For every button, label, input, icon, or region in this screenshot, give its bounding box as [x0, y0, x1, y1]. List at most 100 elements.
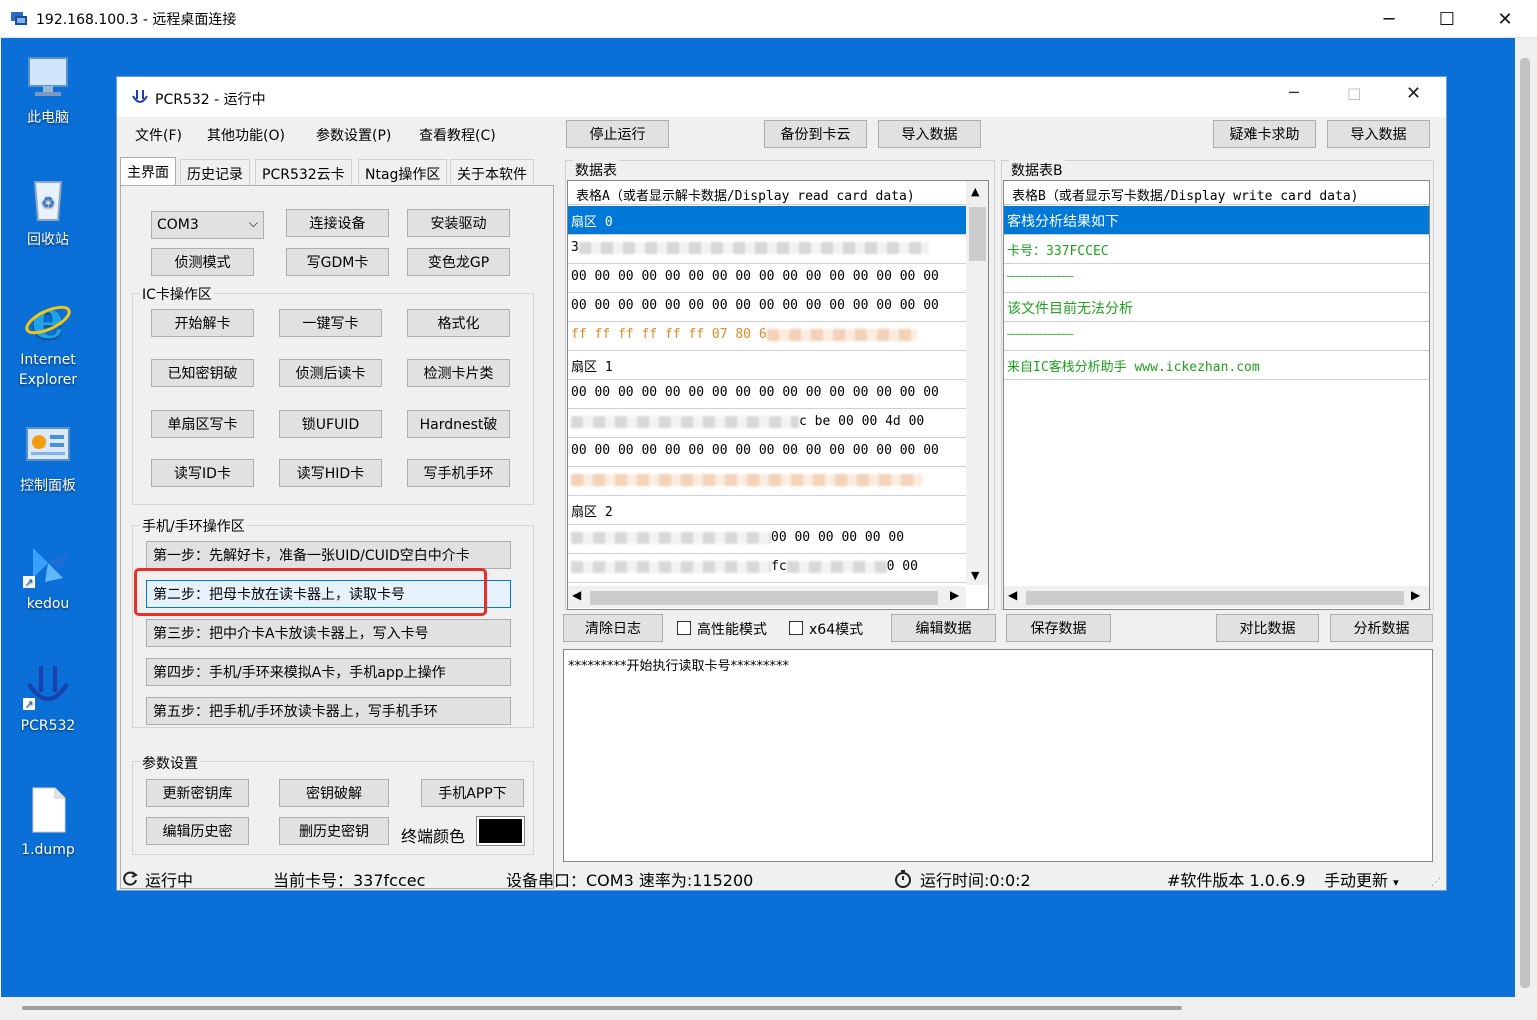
log-textarea[interactable]: *********开始执行读取卡号*********: [563, 649, 1433, 862]
minimize-icon[interactable]: ─: [1366, 0, 1412, 38]
analyze-data-button[interactable]: 分析数据: [1330, 614, 1433, 642]
app-maximize-icon[interactable]: ☐: [1347, 85, 1371, 104]
table-row[interactable]: 卡号：337FCCEC: [1004, 235, 1429, 264]
table-b-hscroll-thumb[interactable]: [1026, 591, 1404, 605]
maximize-icon[interactable]: ☐: [1424, 0, 1470, 38]
stop-running-button[interactable]: 停止运行: [566, 120, 669, 148]
read-write-hid-button[interactable]: 读写HID卡: [279, 459, 382, 487]
table-a-list[interactable]: 表格A（或者显示解卡数据/Display read card data) 扇区 …: [567, 180, 989, 610]
table-row[interactable]: 00 00 00 00 00 00 00 00 00 00 00 00 00 0…: [568, 293, 966, 322]
scroll-up-icon[interactable]: ▲: [971, 185, 979, 198]
table-row[interactable]: 00 00 00 00 00 00: [568, 525, 966, 554]
desktop-icon-dump-file[interactable]: 1.dump: [3, 784, 93, 860]
high-performance-checkbox[interactable]: [677, 621, 691, 635]
desktop-icon-pcr532[interactable]: ↗ PCR532: [3, 660, 93, 736]
table-row[interactable]: 3: [568, 235, 966, 264]
tab-ntag[interactable]: Ntag操作区: [358, 159, 448, 185]
rdp-horizontal-scroll-thumb[interactable]: [22, 1006, 1182, 1010]
chameleon-gp-button[interactable]: 变色龙GP: [407, 248, 510, 276]
scroll-down-icon[interactable]: ▼: [971, 569, 979, 582]
desktop-icon-internet-explorer[interactable]: e Internet Explorer: [3, 290, 93, 390]
connect-device-button[interactable]: 连接设备: [286, 209, 389, 237]
key-crack-button[interactable]: 密钥破解: [279, 779, 389, 807]
scroll-right-icon[interactable]: ▶: [1411, 588, 1420, 602]
compare-data-button[interactable]: 对比数据: [1216, 614, 1319, 642]
table-row[interactable]: ——————————————: [1004, 264, 1429, 293]
desktop-icon-recycle-bin[interactable]: ♻ 回收站: [3, 174, 93, 250]
step-1-button[interactable]: 第一步：先解好卡，准备一张UID/CUID空白中介卡: [146, 541, 511, 569]
menu-other-functions[interactable]: 其他功能(O): [207, 125, 285, 145]
install-driver-button[interactable]: 安装驱动: [407, 209, 510, 237]
detect-card-type-button[interactable]: 检测卡片类: [407, 359, 510, 387]
start-decrypt-button[interactable]: 开始解卡: [151, 309, 254, 337]
com-port-select[interactable]: COM3 ⌵: [151, 211, 264, 239]
table-row[interactable]: [568, 467, 966, 496]
hardnest-crack-button[interactable]: Hardnest破: [407, 410, 510, 438]
manual-update-button[interactable]: 手动更新 ▾: [1324, 867, 1399, 891]
svg-text:↗: ↗: [24, 698, 33, 710]
one-key-write-button[interactable]: 一键写卡: [279, 309, 382, 337]
table-row[interactable]: 来自IC客栈分析助手 www.ickezhan.com: [1004, 351, 1429, 380]
tab-cloud-card[interactable]: PCR532云卡: [255, 159, 352, 185]
menu-parameter-settings[interactable]: 参数设置(P): [316, 125, 391, 145]
close-icon[interactable]: ✕: [1482, 0, 1528, 38]
save-data-button[interactable]: 保存数据: [1006, 614, 1111, 642]
read-write-id-button[interactable]: 读写ID卡: [151, 459, 254, 487]
menu-view-tutorial[interactable]: 查看教程(C): [419, 125, 496, 145]
backup-to-cloud-button[interactable]: 备份到卡云: [764, 120, 867, 148]
table-row[interactable]: 00 00 00 00 00 00 00 00 00 00 00 00 00 0…: [568, 380, 966, 409]
app-window-title: PCR532 - 运行中: [155, 92, 266, 108]
import-data-button[interactable]: 导入数据: [878, 120, 981, 148]
app-minimize-icon[interactable]: ─: [1289, 83, 1313, 102]
table-row[interactable]: 该文件目前无法分析: [1004, 293, 1429, 322]
table-row[interactable]: 00 00 00 00 00 00 00 00 00 00 00 00 00 0…: [568, 264, 966, 293]
delete-history-keys-button[interactable]: 删历史密钥: [279, 817, 389, 845]
table-row[interactable]: 扇区 1: [568, 351, 966, 380]
single-sector-write-button[interactable]: 单扇区写卡: [151, 410, 254, 438]
table-row[interactable]: fc 0 00: [568, 554, 966, 583]
table-row[interactable]: 客栈分析结果如下: [1004, 206, 1429, 235]
phone-app-download-button[interactable]: 手机APP下: [421, 779, 524, 807]
tab-about[interactable]: 关于本软件: [450, 159, 534, 185]
table-row[interactable]: 00 00 00 00 00 00 00 00 00 00 00 00 00 0…: [568, 438, 966, 467]
write-gdm-card-button[interactable]: 写GDM卡: [286, 248, 389, 276]
app-close-icon[interactable]: ✕: [1406, 83, 1430, 104]
update-key-library-button[interactable]: 更新密钥库: [146, 779, 249, 807]
terminal-color-swatch[interactable]: [476, 816, 525, 846]
desktop-icon-this-pc[interactable]: 此电脑: [3, 52, 93, 128]
scroll-right-icon[interactable]: ▶: [950, 588, 959, 602]
write-phone-band-button[interactable]: 写手机手环: [407, 459, 510, 487]
import-data-button-2[interactable]: 导入数据: [1327, 120, 1430, 148]
rdp-vertical-scroll-thumb[interactable]: [1520, 58, 1530, 988]
step-5-button[interactable]: 第五步：把手机/手环放读卡器上，写手机手环: [146, 697, 511, 725]
read-after-detect-button[interactable]: 侦测后读卡: [279, 359, 382, 387]
tab-history[interactable]: 历史记录: [180, 159, 250, 185]
scroll-left-icon[interactable]: ◀: [572, 588, 581, 602]
table-a-hscroll-thumb[interactable]: [590, 591, 938, 605]
desktop-icon-control-panel[interactable]: 控制面板: [3, 420, 93, 496]
table-a-scroll-thumb[interactable]: [969, 207, 986, 261]
step-4-button[interactable]: 第四步：手机/手环来模拟A卡，手机app上操作: [146, 658, 511, 686]
clear-log-button[interactable]: 清除日志: [563, 614, 663, 642]
table-row[interactable]: 扇区 2: [568, 496, 966, 525]
x64-mode-checkbox[interactable]: [789, 621, 803, 635]
table-a-title: 数据表: [573, 160, 619, 180]
tab-main[interactable]: 主界面: [120, 157, 176, 187]
scroll-left-icon[interactable]: ◀: [1008, 588, 1017, 602]
detect-mode-button[interactable]: 侦测模式: [151, 248, 254, 276]
desktop-icon-kedou[interactable]: ↗ kedou: [3, 538, 93, 614]
edit-history-keys-button[interactable]: 编辑历史密: [146, 817, 249, 845]
table-b-list[interactable]: 表格B（或者显示写卡数据/Display write card data) 客栈…: [1003, 180, 1430, 610]
step-3-button[interactable]: 第三步：把中介卡A卡放读卡器上，写入卡号: [146, 619, 511, 647]
table-row[interactable]: ff ff ff ff ff ff 07 80 6: [568, 322, 966, 351]
lock-ufuid-button[interactable]: 锁UFUID: [279, 410, 382, 438]
table-row[interactable]: c be 00 00 4d 00: [568, 409, 966, 438]
format-button[interactable]: 格式化: [407, 309, 510, 337]
table-row[interactable]: 扇区 0: [568, 206, 966, 235]
table-row[interactable]: ——————————————: [1004, 322, 1429, 351]
menu-file[interactable]: 文件(F): [135, 125, 182, 145]
known-key-crack-button[interactable]: 已知密钥破: [151, 359, 254, 387]
resize-grip-icon[interactable]: ⋰: [1431, 877, 1441, 888]
edit-data-button[interactable]: 编辑数据: [891, 614, 996, 642]
difficult-card-help-button[interactable]: 疑难卡求助: [1213, 120, 1316, 148]
